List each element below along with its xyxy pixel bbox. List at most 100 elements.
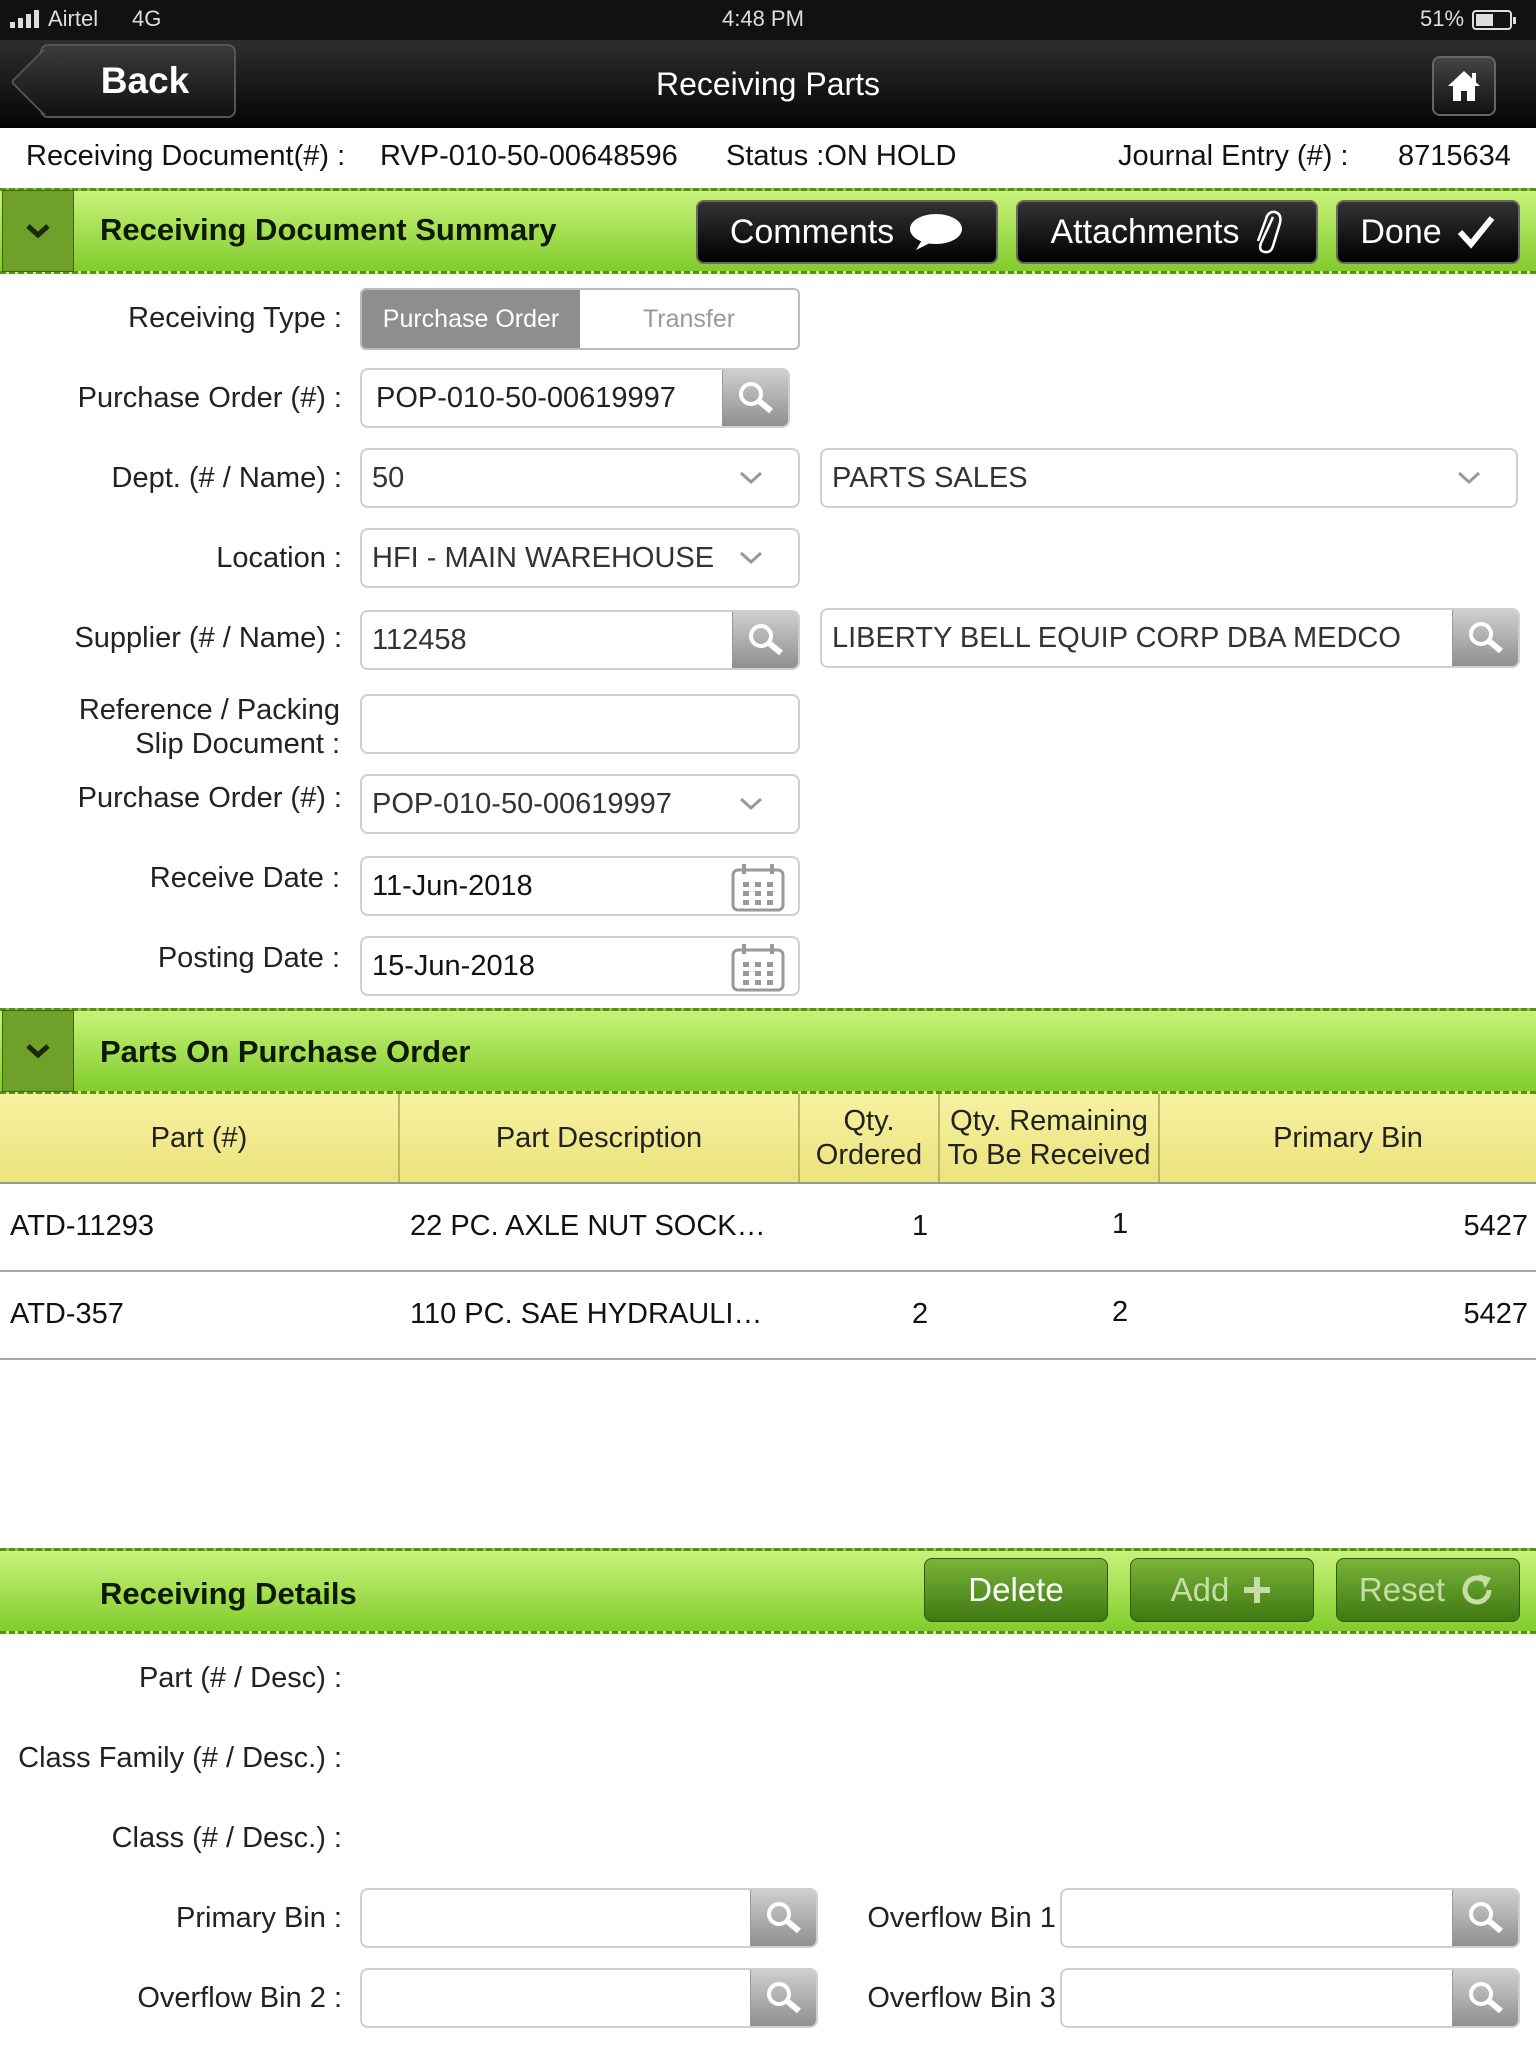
reference-label-line1: Reference / Packing (78, 694, 340, 726)
reset-button-label: Reset (1358, 1571, 1446, 1608)
chevron-down-icon (26, 1044, 50, 1059)
reset-button[interactable]: Reset (1336, 1558, 1520, 1622)
details-section-title: Receiving Details (100, 1576, 357, 1611)
receiving-type-segmented-control: Purchase Order Transfer (360, 288, 800, 350)
document-status: Status :ON HOLD (726, 140, 957, 172)
part-number-cell: ATD-11293 (10, 1210, 154, 1242)
department-number-select[interactable]: 50 (360, 448, 800, 508)
primary-bin-cell: 5427 (1463, 1210, 1528, 1242)
receive-date-input[interactable]: 11-Jun-2018 (360, 856, 800, 916)
chevron-down-icon (739, 551, 763, 565)
department-name-select[interactable]: PARTS SALES (820, 448, 1518, 508)
search-icon (1468, 1902, 1503, 1934)
overflow-bin-1-label: Overflow Bin 1 : (867, 1902, 1072, 1934)
segment-transfer[interactable]: Transfer (580, 290, 798, 348)
chevron-down-icon (739, 471, 763, 485)
overflow-bin-3-search-button[interactable] (1452, 1970, 1518, 2026)
overflow-bin-2-label: Overflow Bin 2 : (137, 1982, 342, 2014)
column-header-qty-ordered[interactable]: Qty. Ordered (800, 1094, 940, 1182)
supplier-name-value: LIBERTY BELL EQUIP CORP DBA MEDCO (832, 621, 1401, 654)
calendar-icon[interactable] (730, 862, 786, 912)
reference-packing-slip-input[interactable] (360, 694, 800, 754)
chevron-down-icon (739, 797, 763, 811)
chevron-down-icon (1457, 471, 1481, 485)
search-icon (766, 1902, 801, 1934)
column-header-qty-remaining[interactable]: Qty. Remaining To Be Received (940, 1094, 1160, 1182)
receive-date-label: Receive Date : (149, 862, 340, 894)
purchase-order-input[interactable]: POP-010-50-00619997 (360, 368, 790, 428)
part-number-cell: ATD-357 (10, 1298, 124, 1330)
journal-entry-label: Journal Entry (#) : (1118, 140, 1349, 172)
overflow-bin-2-input[interactable] (360, 1968, 818, 2028)
purchase-order-select-value: POP-010-50-00619997 (372, 787, 672, 820)
home-button[interactable] (1432, 56, 1496, 116)
battery-icon (1472, 10, 1516, 30)
purchase-order-value: POP-010-50-00619997 (376, 381, 676, 414)
table-row[interactable]: ATD-357 110 PC. SAE HYDRAULI… 2 2 5427 (0, 1272, 1536, 1360)
class-family-label: Class Family (# / Desc.) : (18, 1742, 342, 1774)
location-label: Location : (216, 542, 342, 574)
attachments-button[interactable]: Attachments (1016, 200, 1318, 264)
department-number-value: 50 (372, 461, 405, 494)
journal-entry-number: 8715634 (1398, 140, 1511, 172)
class-label: Class (# / Desc.) : (111, 1822, 342, 1854)
location-select[interactable]: HFI - MAIN WAREHOUSE (360, 528, 800, 588)
supplier-name-input[interactable]: LIBERTY BELL EQUIP CORP DBA MEDCO (820, 608, 1520, 668)
purchase-order-select-label: Purchase Order (#) : (77, 782, 342, 814)
purchase-order-search-button[interactable] (722, 370, 788, 426)
column-header-primary-bin[interactable]: Primary Bin (1160, 1094, 1536, 1182)
supplier-name-search-button[interactable] (1452, 610, 1518, 666)
status-bar: Airtel 4G 4:48 PM 51% (0, 0, 1536, 40)
column-header-description[interactable]: Part Description (400, 1094, 800, 1182)
search-icon (1468, 1982, 1503, 2014)
supplier-label: Supplier (# / Name) : (74, 622, 342, 654)
receiving-type-label: Receiving Type : (128, 302, 342, 334)
calendar-icon[interactable] (730, 942, 786, 992)
primary-bin-label: Primary Bin : (176, 1902, 342, 1934)
overflow-bin-1-input[interactable] (1060, 1888, 1520, 1948)
overflow-bin-3-input[interactable] (1060, 1968, 1520, 2028)
search-icon (1468, 622, 1503, 654)
segment-purchase-order[interactable]: Purchase Order (362, 290, 580, 348)
checkmark-icon (1457, 216, 1494, 249)
primary-bin-search-button[interactable] (750, 1890, 816, 1946)
part-description-cell: 22 PC. AXLE NUT SOCK… (410, 1210, 766, 1242)
delete-button[interactable]: Delete (924, 1558, 1108, 1622)
qty-remaining-cell: 1 (1112, 1208, 1129, 1240)
carrier-name: Airtel (48, 6, 99, 31)
summary-collapse-toggle[interactable] (2, 190, 74, 272)
comments-button[interactable]: Comments (696, 200, 998, 264)
search-icon (748, 624, 783, 656)
part-desc-label: Part (# / Desc) : (138, 1662, 342, 1694)
posting-date-input[interactable]: 15-Jun-2018 (360, 936, 800, 996)
parts-section-title: Parts On Purchase Order (100, 1034, 471, 1069)
column-header-part[interactable]: Part (#) (0, 1094, 400, 1182)
qty-ordered-cell: 1 (912, 1210, 929, 1242)
back-button[interactable]: Back (40, 44, 236, 118)
reference-label-line2: Slip Document : (135, 728, 340, 760)
done-button-label: Done (1360, 212, 1442, 251)
home-icon (1448, 71, 1480, 101)
parts-table-header: Part (#) Part Description Qty. Ordered Q… (0, 1094, 1536, 1184)
document-info-bar: Receiving Document(#) : RVP-010-50-00648… (0, 128, 1536, 188)
refresh-icon (1462, 1574, 1492, 1605)
overflow-bin-2-search-button[interactable] (750, 1970, 816, 2026)
receiving-document-number: RVP-010-50-00648596 (380, 140, 678, 172)
signal-icon (10, 10, 39, 28)
supplier-number-input[interactable]: 112458 (360, 610, 800, 670)
part-description-cell: 110 PC. SAE HYDRAULI… (410, 1298, 763, 1330)
posting-date-value: 15-Jun-2018 (372, 949, 535, 982)
add-button[interactable]: Add (1130, 1558, 1314, 1622)
parts-collapse-toggle[interactable] (2, 1010, 74, 1092)
battery-percent: 51% (1420, 6, 1465, 31)
overflow-bin-1-search-button[interactable] (1452, 1890, 1518, 1946)
network-type: 4G (132, 6, 162, 31)
primary-bin-input[interactable] (360, 1888, 818, 1948)
done-button[interactable]: Done (1336, 200, 1520, 264)
plus-icon (1244, 1577, 1271, 1603)
purchase-order-select[interactable]: POP-010-50-00619997 (360, 774, 800, 834)
supplier-number-search-button[interactable] (732, 612, 798, 668)
table-row[interactable]: ATD-11293 22 PC. AXLE NUT SOCK… 1 1 5427 (0, 1184, 1536, 1272)
add-button-label: Add (1170, 1571, 1230, 1608)
location-value: HFI - MAIN WAREHOUSE (372, 541, 715, 574)
